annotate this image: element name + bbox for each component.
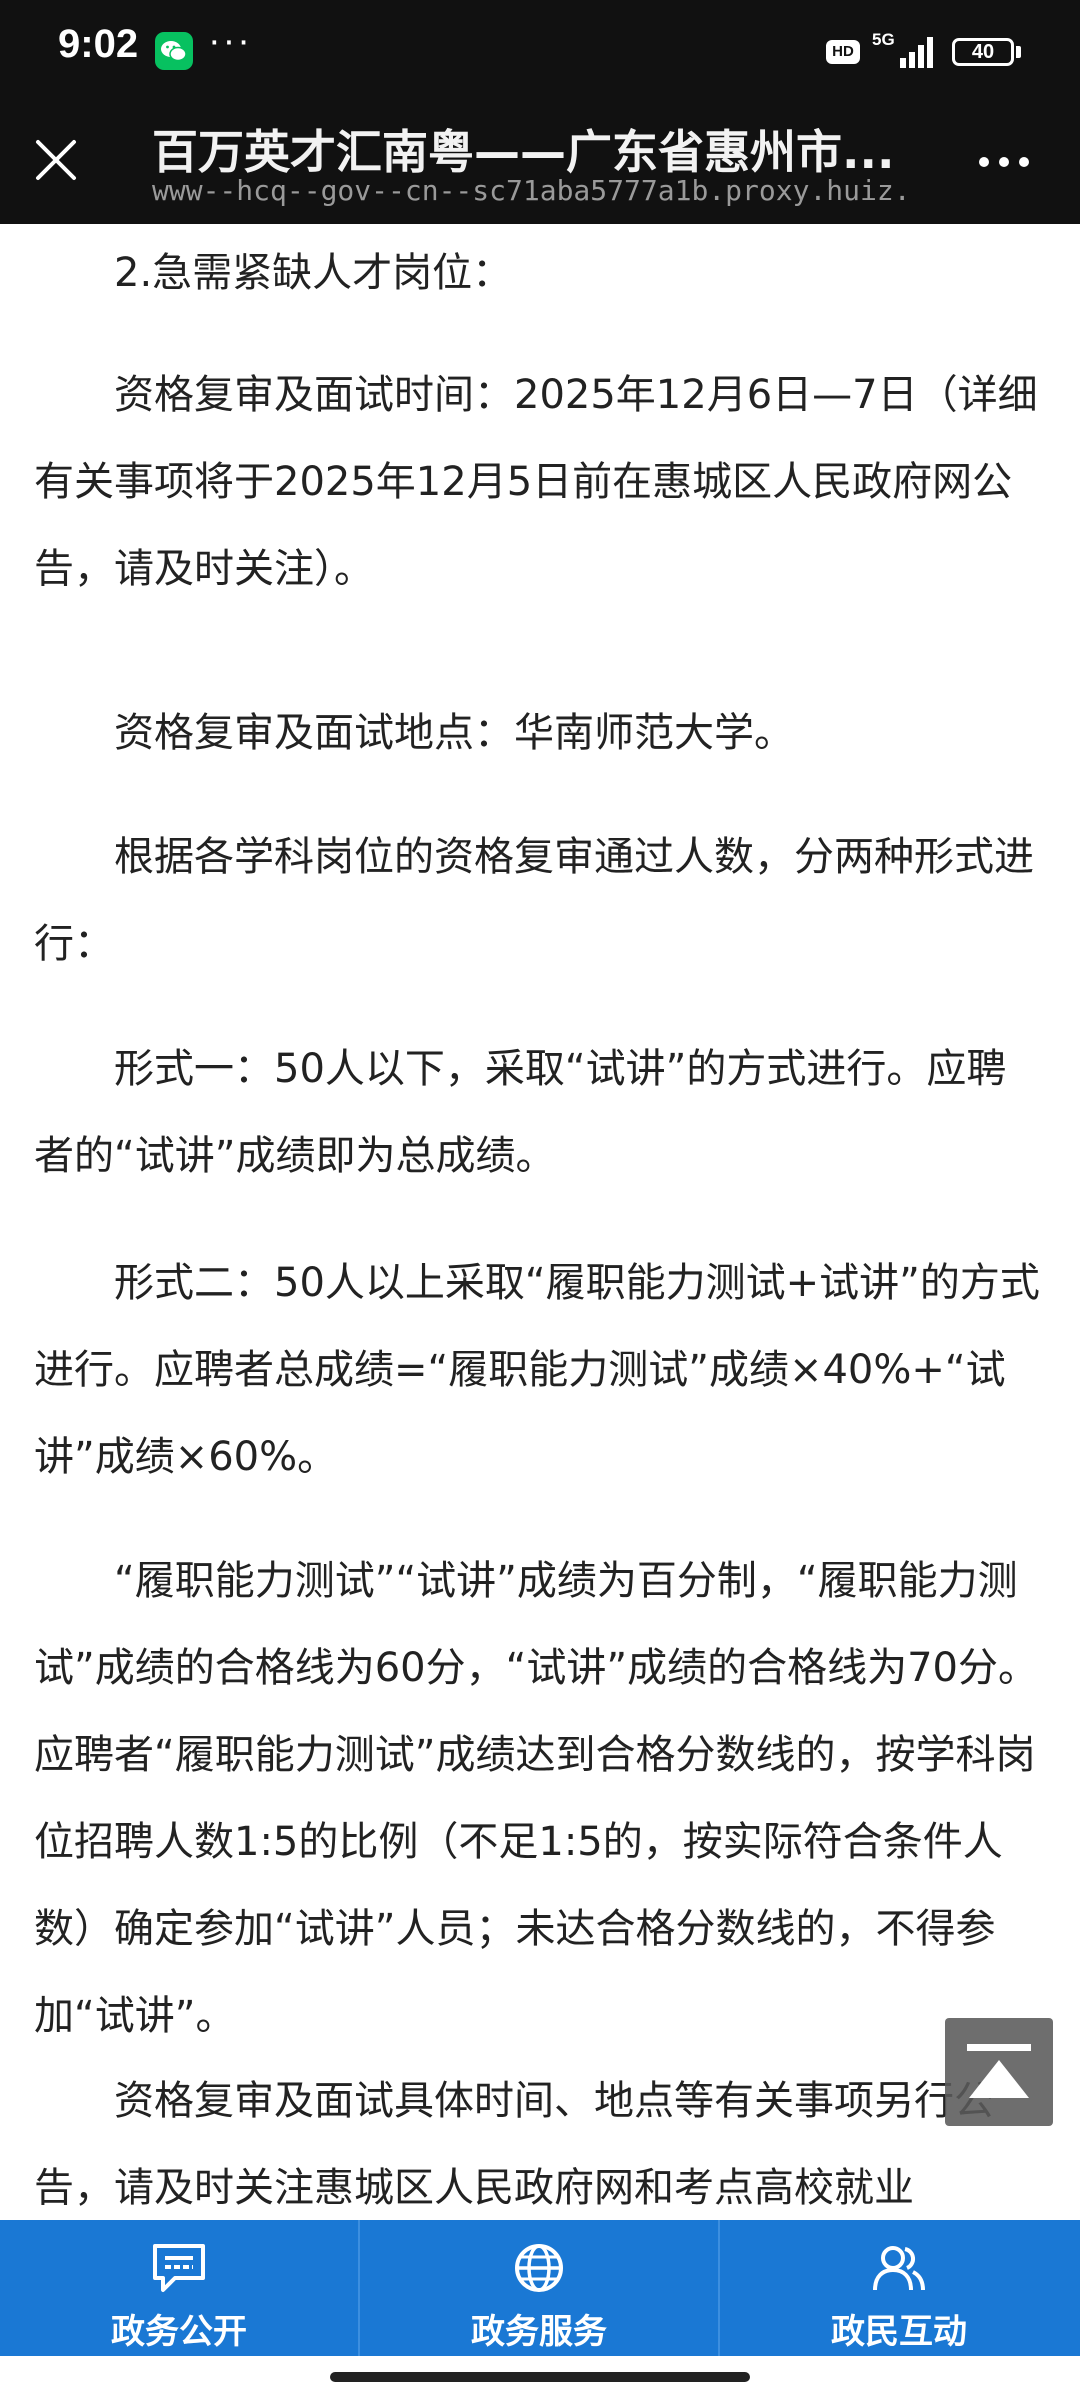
article-paragraph: 形式一：50人以下，采取“试讲”的方式进行。应聘者的“试讲”成绩即为总成绩。	[34, 1046, 1007, 1179]
article-paragraph: 资格复审及面试具体时间、地点等有关事项另行公告，请及时关注惠城区人民政府网和考点…	[34, 2078, 994, 2211]
globe-icon	[515, 2244, 563, 2292]
back-to-top-button[interactable]	[945, 2018, 1053, 2126]
tab-label: 政务服务	[471, 2312, 607, 2352]
hd-voice-badge: HD	[826, 40, 860, 64]
tab-government-affairs-public[interactable]: 政务公开	[0, 2220, 358, 2356]
arrow-up-to-top-icon	[967, 2044, 1031, 2098]
article-paragraph: 根据各学科岗位的资格复审通过人数，分两种形式进行：	[34, 834, 1034, 967]
status-time: 9:02	[58, 22, 139, 66]
home-gesture-bar[interactable]	[330, 2372, 750, 2382]
more-dots-icon	[979, 157, 1029, 167]
wechat-notification-icon	[155, 32, 193, 70]
page-url: www--hcq--gov--cn--sc71aba5777a1b.proxy.…	[152, 174, 912, 207]
page-title: 百万英才汇南粤——广东省惠州市...	[152, 125, 895, 179]
article-paragraph: 形式二：50人以上采取“履职能力测试+试讲”的方式进行。应聘者总成绩=“履职能力…	[34, 1260, 1040, 1480]
tab-public-interaction[interactable]: 政民互动	[720, 2220, 1078, 2356]
article-content: 2.急需紧缺人才岗位： 资格复审及面试时间：2025年12月6日—7日（详细有关…	[0, 224, 1080, 2220]
battery-cap	[1016, 46, 1021, 58]
message-board-icon	[153, 2244, 205, 2292]
battery-level: 40	[971, 41, 995, 63]
article-paragraph: “履职能力测试”“试讲”成绩为百分制，“履职能力测试”成绩的合格线为60分，“试…	[34, 1558, 1038, 2039]
users-icon	[873, 2246, 925, 2291]
tab-government-services[interactable]: 政务服务	[360, 2220, 718, 2356]
browser-header: 百万英才汇南粤——广东省惠州市... www--hcq--gov--cn--sc…	[0, 108, 1080, 224]
close-button[interactable]	[28, 132, 84, 188]
more-options-button[interactable]	[972, 134, 1036, 190]
tab-label: 政民互动	[831, 2312, 967, 2352]
signal-strength-icon	[900, 37, 933, 68]
close-icon	[36, 140, 76, 180]
system-gesture-area	[0, 2356, 1080, 2400]
bottom-tab-bar: 政务公开 政务服务 政民互动	[0, 2220, 1080, 2356]
article-paragraph: 资格复审及面试地点：华南师范大学。	[114, 710, 794, 756]
article-paragraph: 资格复审及面试时间：2025年12月6日—7日（详细有关事项将于2025年12月…	[34, 372, 1038, 592]
article-paragraph: 2.急需紧缺人才岗位：	[114, 250, 513, 296]
tab-label: 政务公开	[111, 2312, 247, 2352]
more-notifications-icon: ···	[208, 20, 252, 62]
status-bar: 9:02 ··· HD 5G 40	[0, 0, 1080, 108]
